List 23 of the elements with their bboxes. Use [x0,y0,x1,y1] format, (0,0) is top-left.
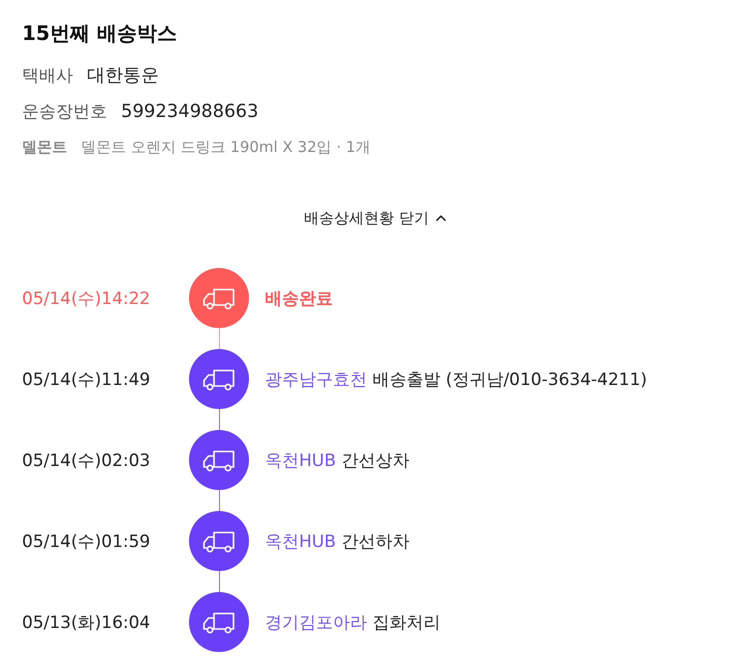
timeline-connector [218,409,220,430]
timeline-connector [218,328,220,349]
event-time: 05/14(수)14:22 [22,288,150,310]
brand-name: 델몬트 [22,138,67,156]
event-time: 05/14(수)01:59 [22,530,150,552]
event-time: 05/14(수)02:03 [22,450,150,472]
event-description: 경기김포아라 집화처리 [265,612,440,634]
event-time: 05/13(화)16:04 [22,612,150,634]
timeline-connector [218,571,220,592]
field-label: 운송장번호 [22,100,107,122]
event-description: 옥천HUB 간선하차 [265,530,410,552]
timeline-connector [218,490,220,511]
event-description: 옥천HUB 간선상차 [265,450,410,472]
event-time: 05/14(수)11:49 [22,368,150,390]
product-option: 델몬트 오렌지 드링크 190ml X 32입 · 1개 [81,138,370,156]
field-value: 대한통운 [87,64,159,87]
event-description: 광주남구효천 배송출발 (정귀남/010-3634-4211) [265,368,648,390]
field-label: 택배사 [22,64,73,86]
event-description: 배송완료 [265,288,333,310]
caret-icon [436,215,446,221]
detail-toggle-button[interactable]: 배송상세현황 닫기 [300,203,450,233]
field-value: 599234988663 [121,100,258,122]
box-title: 15번째 배송박스 [22,20,177,47]
